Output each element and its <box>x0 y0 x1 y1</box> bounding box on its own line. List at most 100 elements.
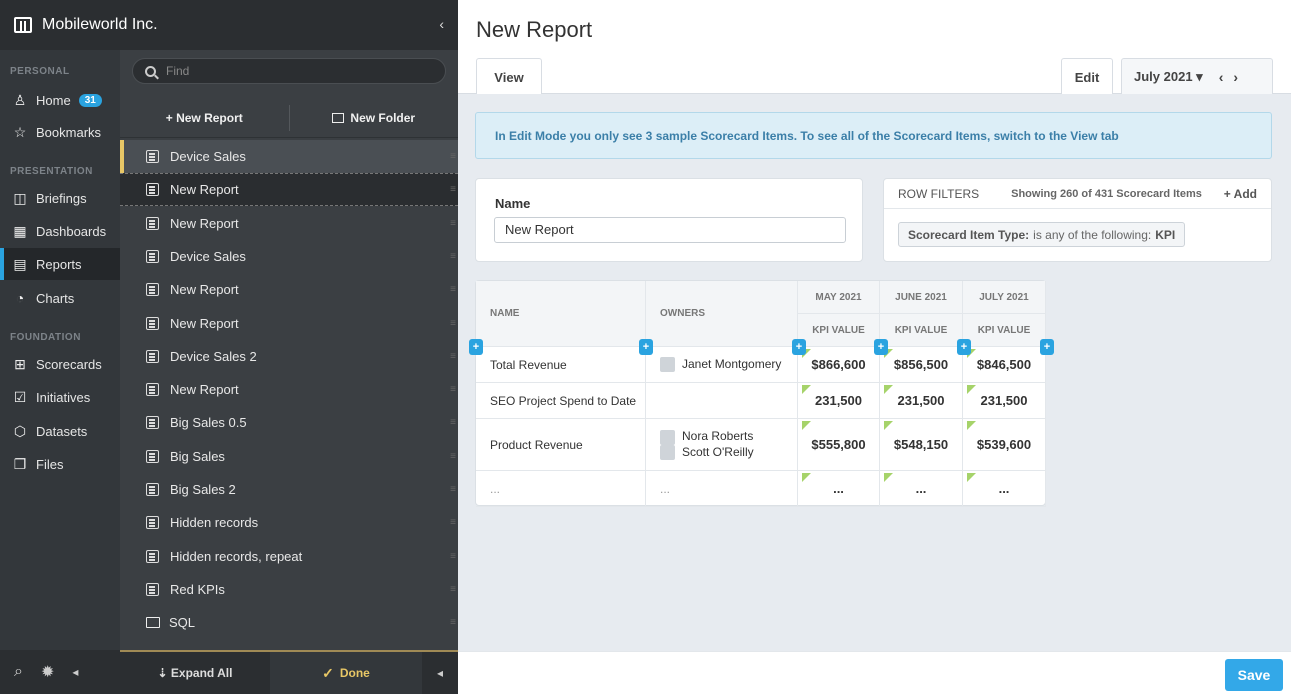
drag-handle-icon[interactable]: ≡ <box>450 384 456 395</box>
drag-handle-icon[interactable]: ≡ <box>450 184 456 195</box>
search-icon[interactable]: ⌕ <box>14 663 23 681</box>
report-list-item[interactable]: Red KPIs ≡ <box>120 573 458 606</box>
report-icon <box>146 350 159 363</box>
status-indicator <box>967 473 976 482</box>
add-column-icon[interactable]: + <box>639 339 653 355</box>
nav-item-datasets[interactable]: ⬡ Datasets <box>0 415 120 447</box>
report-list-item[interactable]: New Report ≡ <box>120 173 458 206</box>
filter-chip[interactable]: Scorecard Item Type: is any of the follo… <box>898 222 1186 247</box>
nav-item-charts[interactable]: ◔ Charts <box>0 282 120 314</box>
kpi-value-cell[interactable]: $856,500 <box>880 347 963 383</box>
drag-handle-icon[interactable]: ≡ <box>450 517 456 528</box>
prev-period-button[interactable]: ‹ <box>1219 69 1224 85</box>
report-list-item[interactable]: Device Sales ≡ <box>120 140 458 173</box>
name-field[interactable]: New Report <box>494 217 846 243</box>
report-list-item-label: New Report <box>170 182 239 197</box>
kpi-value-cell[interactable]: ... <box>880 471 963 507</box>
add-column-icon[interactable]: + <box>957 339 971 355</box>
kpi-value-cell[interactable]: ... <box>963 471 1046 507</box>
report-list-item[interactable]: New Report ≡ <box>120 273 458 306</box>
kpi-value-cell[interactable]: $548,150 <box>880 419 963 471</box>
report-list-item[interactable]: Device Sales 2 ≡ <box>120 340 458 373</box>
expand-all-button[interactable]: ⇣ Expand All <box>120 666 270 680</box>
table-row-name[interactable]: Total Revenue <box>476 347 646 383</box>
nav-charts-label: Charts <box>36 290 75 306</box>
report-list-item[interactable]: New Report ≡ <box>120 307 458 340</box>
kpi-value-cell[interactable]: $555,800 <box>798 419 880 471</box>
nav-item-reports[interactable]: ▤ Reports <box>0 248 120 280</box>
section-foundation: FOUNDATION <box>10 332 81 343</box>
add-column-icon[interactable]: + <box>874 339 888 355</box>
tab-view[interactable]: View <box>476 58 542 95</box>
report-list-item[interactable]: SQL ≡ <box>120 606 458 639</box>
period-selector[interactable]: July 2021 ▾ ‹ › <box>1121 58 1273 94</box>
kpi-value-cell[interactable]: $846,500 <box>963 347 1046 383</box>
new-folder-button[interactable]: New Folder <box>290 111 459 125</box>
collapse-panel-icon[interactable]: ◂ <box>422 666 458 680</box>
report-list-item-label: New Report <box>170 282 239 297</box>
owner-entry: Nora Roberts <box>660 429 754 445</box>
drag-handle-icon[interactable]: ≡ <box>450 484 456 495</box>
collapse-nav-icon[interactable]: ‹ <box>439 16 444 32</box>
nav-files-label: Files <box>36 456 64 472</box>
org-header: Mobileworld Inc. ‹ <box>0 0 458 50</box>
owner-name: Nora Roberts <box>682 429 754 444</box>
report-list-panel: Find + New Report New Folder Device Sale… <box>120 50 458 694</box>
report-list-item[interactable]: Device Sales ≡ <box>120 240 458 273</box>
drag-handle-icon[interactable]: ≡ <box>450 218 456 229</box>
add-column-icon[interactable]: + <box>469 339 483 355</box>
nav-bookmarks-label: Bookmarks <box>36 124 102 140</box>
tab-bar: View Edit July 2021 ▾ ‹ › <box>458 58 1291 95</box>
drag-handle-icon[interactable]: ≡ <box>450 617 456 628</box>
search-placeholder: Find <box>166 64 190 78</box>
drag-handle-icon[interactable]: ≡ <box>450 451 456 462</box>
report-list-item[interactable]: Hidden records, repeat ≡ <box>120 540 458 573</box>
kpi-value-cell[interactable]: 231,500 <box>880 383 963 419</box>
drag-handle-icon[interactable]: ≡ <box>450 551 456 562</box>
report-list-item[interactable]: New Report ≡ <box>120 207 458 240</box>
drag-handle-icon[interactable]: ≡ <box>450 584 456 595</box>
gear-icon[interactable]: ✹ <box>41 662 54 682</box>
drag-handle-icon[interactable]: ≡ <box>450 318 456 329</box>
nav-item-briefings[interactable]: ◫ Briefings <box>0 182 120 214</box>
nav-item-dashboards[interactable]: ▦ Dashboards <box>0 215 120 247</box>
done-button[interactable]: ✓ Done <box>270 652 422 694</box>
drag-handle-icon[interactable]: ≡ <box>450 417 456 428</box>
add-filter-button[interactable]: + Add <box>1224 187 1257 201</box>
row-filters-count: Showing 260 of 431 Scorecard Items <box>1011 187 1202 200</box>
kpi-value-cell[interactable]: 231,500 <box>963 383 1046 419</box>
next-period-button[interactable]: › <box>1233 69 1238 85</box>
table-row-name[interactable]: SEO Project Spend to Date <box>476 383 646 419</box>
report-list-item[interactable]: Big Sales 0.5 ≡ <box>120 406 458 439</box>
collapse-arrow-icon[interactable]: ◂ <box>72 665 78 679</box>
drag-handle-icon[interactable]: ≡ <box>450 151 456 162</box>
nav-item-home[interactable]: ♙ Home 31 <box>0 84 120 116</box>
kpi-value-cell[interactable]: ... <box>798 471 880 507</box>
drag-handle-icon[interactable]: ≡ <box>450 351 456 362</box>
drag-handle-icon[interactable]: ≡ <box>450 284 456 295</box>
nav-item-files[interactable]: ❐ Files <box>0 448 120 480</box>
kpi-value-cell[interactable]: $866,600 <box>798 347 880 383</box>
nav-item-initiatives[interactable]: ☑ Initiatives <box>0 381 120 413</box>
search-input[interactable]: Find <box>132 58 446 84</box>
save-button[interactable]: Save <box>1225 659 1283 691</box>
kpi-value-cell[interactable]: $539,600 <box>963 419 1046 471</box>
nav-item-scorecards[interactable]: ⊞ Scorecards <box>0 348 120 380</box>
drag-handle-icon[interactable]: ≡ <box>450 251 456 262</box>
report-list-item[interactable]: Hidden records ≡ <box>120 506 458 539</box>
table-row-name[interactable]: ... <box>476 471 646 507</box>
add-column-icon[interactable]: + <box>792 339 806 355</box>
nav-item-bookmarks[interactable]: ☆ Bookmarks <box>0 116 120 148</box>
status-indicator <box>967 421 976 430</box>
new-report-button[interactable]: + New Report <box>120 111 289 125</box>
col-header-month: JUNE 2021 <box>880 281 963 314</box>
tab-edit[interactable]: Edit <box>1061 58 1113 95</box>
avatar <box>660 429 675 445</box>
report-list-item[interactable]: New Report ≡ <box>120 373 458 406</box>
report-list-item[interactable]: Big Sales ≡ <box>120 440 458 473</box>
add-column-icon[interactable]: + <box>1040 339 1054 355</box>
table-row-name[interactable]: Product Revenue <box>476 419 646 471</box>
edit-mode-info: In Edit Mode you only see 3 sample Score… <box>475 112 1272 159</box>
kpi-value-cell[interactable]: 231,500 <box>798 383 880 419</box>
report-list-item[interactable]: Big Sales 2 ≡ <box>120 473 458 506</box>
